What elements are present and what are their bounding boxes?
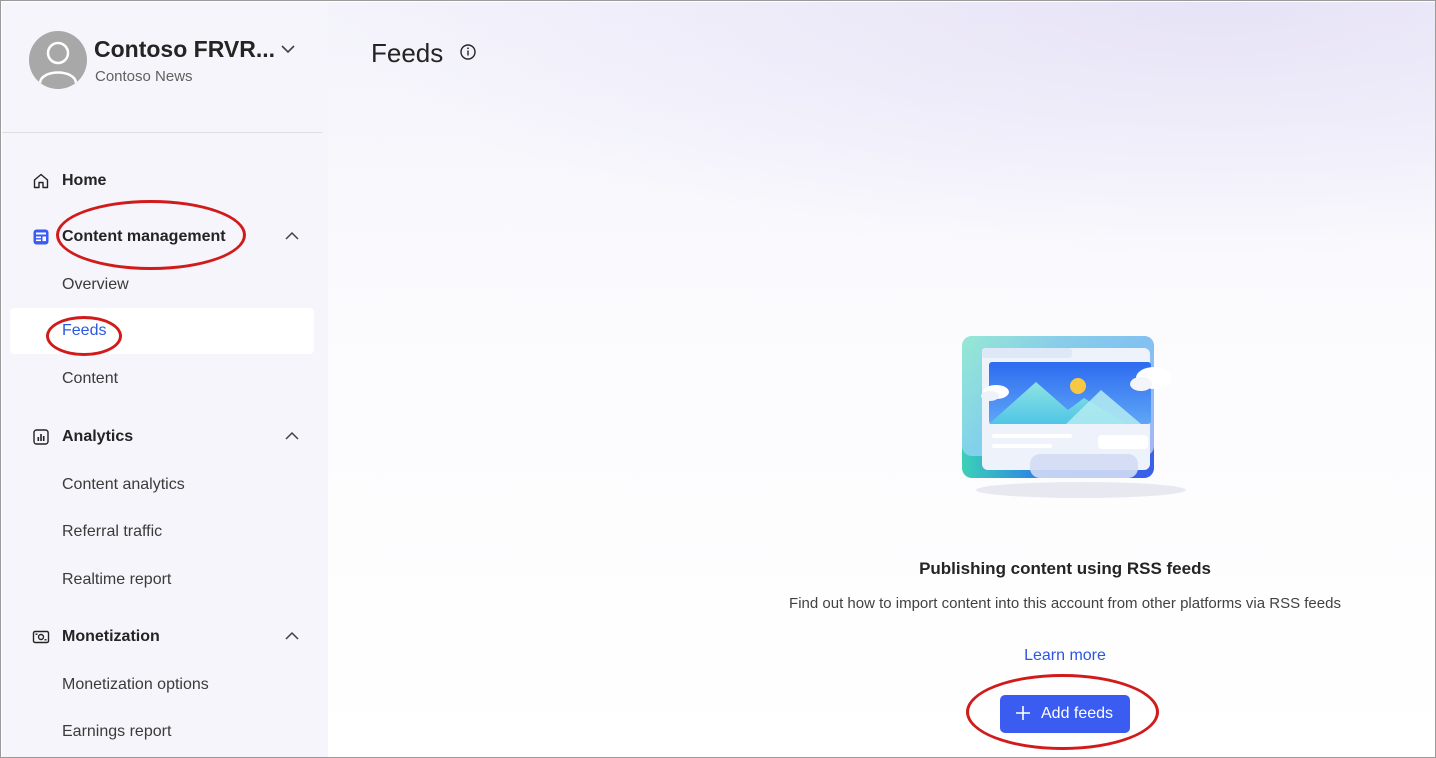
feeds-illustration: [962, 336, 1186, 498]
account-switcher[interactable]: Contoso FRVR... Contoso News: [2, 2, 328, 132]
header-gradient: [328, 2, 1435, 262]
content-management-icon: [33, 229, 49, 245]
sidebar-group-label: Analytics: [62, 428, 134, 445]
chevron-up-icon[interactable]: [284, 629, 300, 643]
sidebar-group-label: Monetization: [62, 628, 160, 645]
sidebar-item-referral-traffic[interactable]: Referral traffic: [10, 509, 314, 555]
sidebar-group-label: Content management: [62, 228, 226, 245]
chevron-up-icon[interactable]: [284, 229, 300, 243]
sidebar-item-monetization-options[interactable]: Monetization options: [10, 662, 314, 708]
sidebar-item-content[interactable]: Content: [10, 356, 314, 402]
account-subtitle: Contoso News: [95, 68, 193, 85]
sidebar-item-earnings-report[interactable]: Earnings report: [10, 709, 314, 755]
sidebar-item-feeds[interactable]: Feeds: [10, 308, 314, 354]
sidebar-item-home[interactable]: Home: [10, 158, 314, 204]
add-feeds-button[interactable]: Add feeds: [1000, 695, 1130, 733]
sidebar-item-label: Monetization options: [62, 676, 209, 693]
info-icon[interactable]: [459, 43, 477, 61]
chevron-up-icon[interactable]: [284, 429, 300, 443]
sidebar-item-content-analytics[interactable]: Content analytics: [10, 462, 314, 508]
sidebar-item-label: Earnings report: [62, 723, 172, 740]
account-name[interactable]: Contoso FRVR...: [94, 36, 275, 63]
empty-state-title: Publishing content using RSS feeds: [919, 559, 1211, 578]
sidebar-item-label: Content: [62, 370, 119, 387]
sidebar-item-label: Content analytics: [62, 476, 185, 493]
chevron-down-icon[interactable]: [279, 40, 297, 58]
sidebar-group-content-management[interactable]: Content management: [10, 214, 314, 260]
monetization-icon: [32, 630, 50, 644]
analytics-icon: [33, 429, 49, 445]
plus-icon: [1016, 706, 1030, 720]
app-window: Contoso FRVR... Contoso News Home Conten: [0, 0, 1436, 758]
sidebar-item-label: Feeds: [62, 322, 107, 339]
sidebar: Contoso FRVR... Contoso News Home Conten: [2, 2, 328, 757]
empty-state-description: Find out how to import content into this…: [789, 595, 1341, 612]
sidebar-item-label: Overview: [62, 276, 129, 293]
sidebar-item-label: Home: [62, 172, 107, 189]
person-icon: [38, 41, 78, 84]
sidebar-item-label: Referral traffic: [62, 523, 163, 540]
sidebar-item-label: Realtime report: [62, 571, 172, 588]
main-content: Feeds Publishing content using RSS feeds…: [328, 2, 1435, 757]
sidebar-group-monetization[interactable]: Monetization: [10, 614, 314, 660]
sidebar-item-overview[interactable]: Overview: [10, 262, 314, 308]
sidebar-group-analytics[interactable]: Analytics: [10, 414, 314, 460]
add-feeds-label: Add feeds: [1041, 705, 1114, 722]
learn-more-link[interactable]: Learn more: [758, 647, 1372, 665]
home-icon: [33, 173, 49, 189]
avatar: [29, 31, 87, 89]
sidebar-divider: [2, 132, 322, 133]
sidebar-item-realtime-report[interactable]: Realtime report: [10, 557, 314, 603]
page-title: Feeds: [371, 38, 444, 68]
